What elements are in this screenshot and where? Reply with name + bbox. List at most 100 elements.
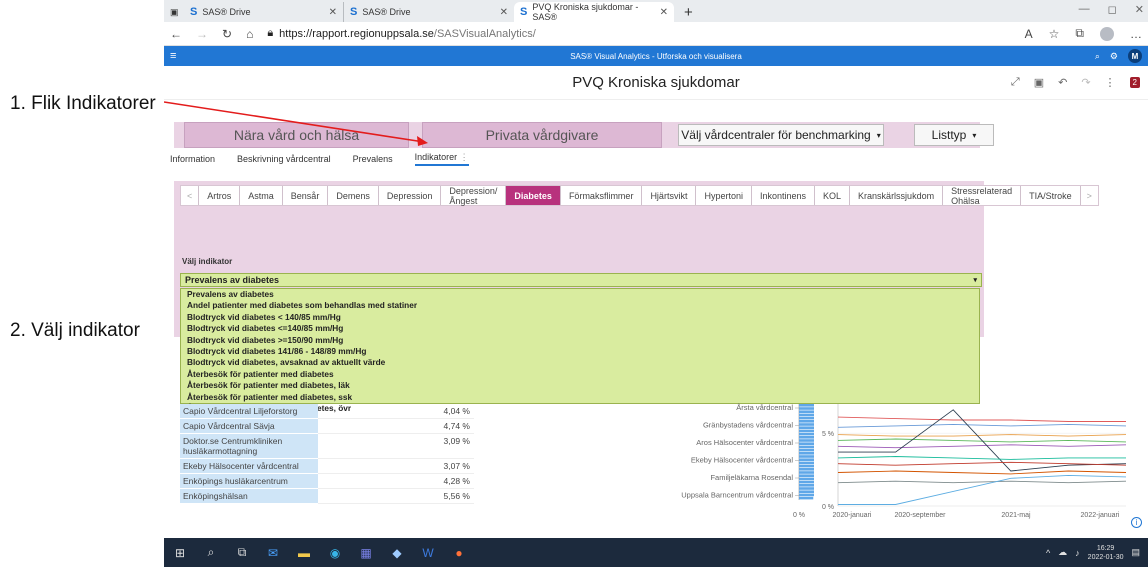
bar <box>799 413 814 417</box>
condition-tab[interactable]: TIA/Stroke <box>1021 186 1081 205</box>
search-icon[interactable]: ⌕ <box>203 545 219 561</box>
chevron-left-icon[interactable]: < <box>181 186 200 205</box>
table-row[interactable]: Enköpingshälsan 5,56 % <box>180 489 474 504</box>
table-row[interactable]: Ekeby Hälsocenter vårdcentral 3,07 % <box>180 459 474 474</box>
table-row[interactable]: Doktor.se Centrumkliniken husläkarmottag… <box>180 434 474 459</box>
condition-tab[interactable]: Inkontinens <box>752 186 816 205</box>
indicator-option[interactable]: Blodtryck vid diabetes < 140/85 mm/Hg <box>181 312 979 323</box>
condition-tab[interactable]: Demens <box>328 186 379 205</box>
condition-tab[interactable]: Depression <box>379 186 442 205</box>
system-tray: ^ ☁ ♪ 16:29 2022-01-30 ▤ <box>1046 544 1140 562</box>
bar <box>799 471 814 474</box>
condition-tab-active[interactable]: Diabetes <box>506 186 561 205</box>
bar <box>799 420 814 423</box>
series-line <box>837 480 1127 484</box>
series-line <box>837 423 1127 428</box>
series-line <box>837 456 1126 460</box>
x-tick-label: 2022-januari <box>1081 512 1120 519</box>
category-label: Årsta vårdcentral <box>736 403 793 412</box>
series-line <box>837 434 1127 437</box>
screenshot-stage: 1. Flik Indikatorer 2. Välj indikator ▣ … <box>0 0 1148 567</box>
condition-tab[interactable]: Bensår <box>283 186 329 205</box>
table-row[interactable]: Enköpings husläkarcentrum 4,28 % <box>180 474 474 489</box>
indicator-option[interactable]: Återbesök för patienter med diabetes, lä… <box>181 380 979 391</box>
bar <box>799 436 814 439</box>
indicator-option[interactable]: Blodtryck vid diabetes, avsaknad av aktu… <box>181 357 979 368</box>
bar <box>799 490 814 493</box>
condition-tab[interactable]: Förmaksflimmer <box>561 186 643 205</box>
condition-tab[interactable]: Artros <box>199 186 241 205</box>
y-tick-label: 0 % <box>822 504 834 511</box>
x-tick-label: 2021-maj <box>1001 512 1031 519</box>
x-tick-label: 0 % <box>793 512 805 519</box>
bar <box>799 464 814 468</box>
volume-icon[interactable]: ♪ <box>1075 548 1080 558</box>
edge-browser-icon[interactable]: ◉ <box>327 545 343 561</box>
annotation-step2: 2. Välj indikator <box>10 320 140 342</box>
condition-tab[interactable]: KOL <box>815 186 851 205</box>
indicator-option[interactable]: Återbesök för patienter med diabetes <box>181 369 979 380</box>
series-line <box>838 474 1127 505</box>
bar <box>799 458 814 461</box>
condition-tab[interactable]: Astma <box>240 186 283 205</box>
bar <box>799 407 814 410</box>
indicator-option[interactable]: Prevalens av diabetes <box>181 289 979 300</box>
windows-taskbar: ⊞ ⌕ ⧉ ✉ ▬ ◉ ▦ ◆ W ● ^ ☁ ♪ 16:29 2022-01-3… <box>164 538 1148 567</box>
condition-tab[interactable]: Kranskärlssjukdom <box>850 186 944 205</box>
table-row[interactable]: Capio Vårdcentral Liljeforstorg 4,04 % <box>180 404 474 419</box>
notifications-icon[interactable]: ▤ <box>1131 547 1140 558</box>
series-line <box>837 416 1126 422</box>
network-icon[interactable]: ☁ <box>1058 547 1067 558</box>
indicator-option[interactable]: Blodtryck vid diabetes <=140/85 mm/Hg <box>181 323 979 334</box>
indicator-options-list: Prevalens av diabetes Andel patienter me… <box>180 288 980 413</box>
indicator-option[interactable]: Blodtryck vid diabetes >=150/90 mm/Hg <box>181 335 979 346</box>
x-tick-label: 2020-september <box>895 512 947 519</box>
bar <box>799 477 814 481</box>
chevron-up-icon[interactable]: ^ <box>1046 548 1050 558</box>
bar <box>799 448 814 452</box>
bar <box>799 474 814 477</box>
chat-icon[interactable]: ◆ <box>389 545 405 561</box>
series-line <box>837 444 1127 449</box>
chevron-down-icon: ▾ <box>973 277 977 284</box>
chevron-right-icon[interactable]: > <box>1081 186 1098 205</box>
firefox-icon[interactable]: ● <box>451 545 467 561</box>
category-label: Familjeläkarna Rosendal <box>710 473 793 482</box>
user-avatar[interactable]: M <box>1128 49 1142 63</box>
category-label: Aros Hälsocenter vårdcentral <box>696 438 793 447</box>
indicator-label: Välj indikator <box>182 257 233 266</box>
file-explorer-icon[interactable]: ▬ <box>296 545 312 561</box>
indicator-select[interactable]: Prevalens av diabetes ▾ <box>180 273 982 287</box>
condition-tabs: < Artros Astma Bensår Demens Depression … <box>180 185 1099 206</box>
category-label: Ekeby Hälsocenter vårdcentral <box>691 456 793 465</box>
bar <box>799 439 814 442</box>
bar-chart: Årsta vårdcentral Gränbystadens vårdcentr… <box>681 403 814 519</box>
bar <box>799 480 814 484</box>
info-icon[interactable]: i <box>1131 517 1142 528</box>
bar <box>799 496 814 500</box>
word-icon[interactable]: W <box>420 545 436 561</box>
bar <box>799 423 814 426</box>
indicator-option[interactable]: Blodtryck vid diabetes 141/86 - 148/89 m… <box>181 346 979 357</box>
teams-icon[interactable]: ▦ <box>358 545 374 561</box>
indicator-option[interactable]: Andel patienter med diabetes som behandl… <box>181 300 979 311</box>
bar <box>799 416 814 420</box>
menu-icon[interactable]: ≡ <box>170 50 176 62</box>
settings-icon[interactable]: ⚙ <box>1110 51 1118 62</box>
condition-tab[interactable]: Hypertoni <box>696 186 752 205</box>
task-view-icon[interactable]: ⧉ <box>234 545 250 561</box>
line-chart: 5 % 0 %2020-januari 2020-september 2021-maj… <box>822 404 1127 519</box>
condition-tab[interactable]: Stressrelaterad Ohälsa <box>943 186 1022 206</box>
category-label: Uppsala Barncentrum vårdcentral <box>681 491 793 500</box>
search-icon[interactable]: ⌕ <box>1095 51 1100 62</box>
windows-start-icon[interactable]: ⊞ <box>172 545 188 561</box>
table-row[interactable]: Capio Vårdcentral Sävja 4,74 % <box>180 419 474 434</box>
clock[interactable]: 16:29 2022-01-30 <box>1088 544 1124 562</box>
condition-tab[interactable]: Depression/Ångest <box>441 186 507 206</box>
bar <box>799 445 814 449</box>
bar <box>799 426 814 429</box>
annotation-step1: 1. Flik Indikatorer <box>10 93 156 115</box>
prevalence-table: Capio Vårdcentral Liljeforstorg 4,04 % Ca… <box>180 404 474 504</box>
mail-icon[interactable]: ✉ <box>265 545 281 561</box>
condition-tab[interactable]: Hjärtsvikt <box>642 186 697 205</box>
